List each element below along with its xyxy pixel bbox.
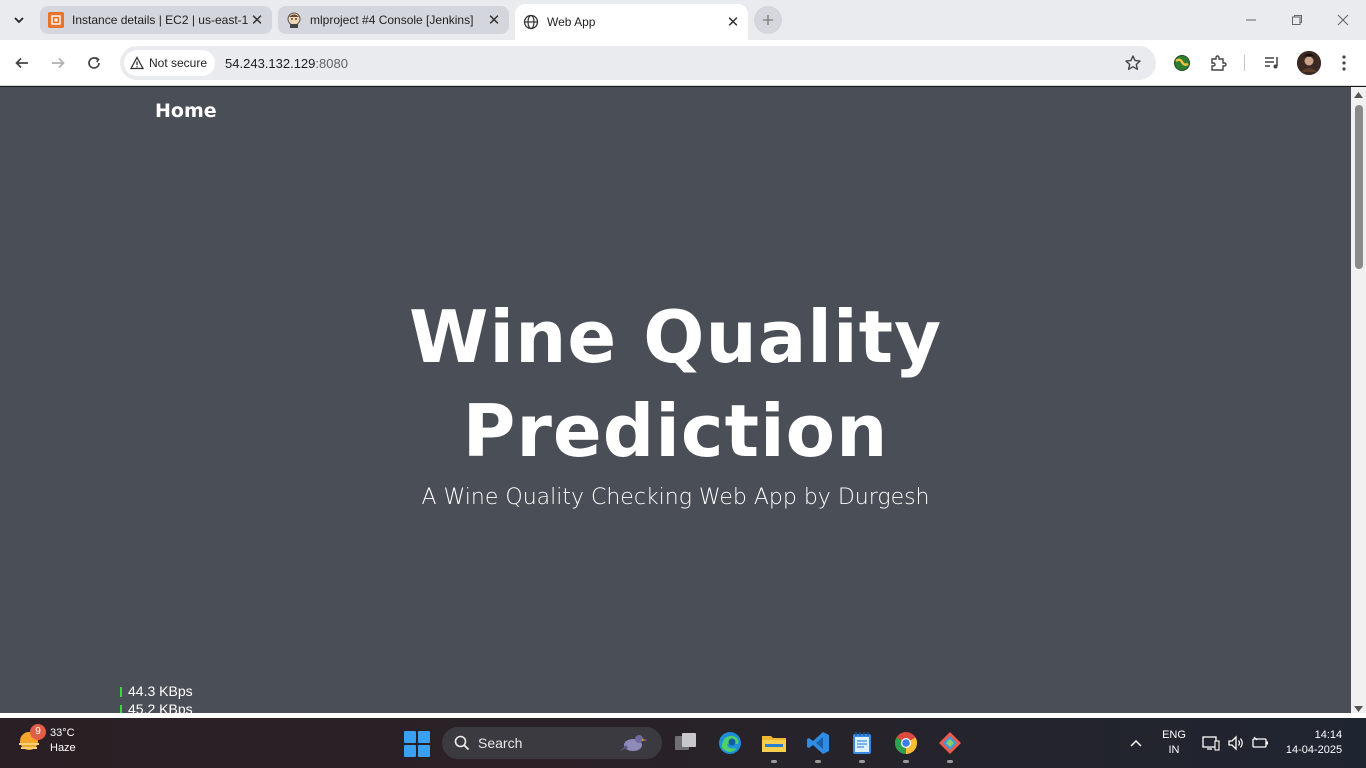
show-hidden-icons-button[interactable]: [1124, 718, 1148, 768]
close-window-button[interactable]: [1320, 0, 1366, 40]
menu-icon[interactable]: [1332, 51, 1356, 75]
page-title-line-2: Prediction: [462, 389, 889, 473]
search-icon: [454, 735, 470, 751]
chrome-icon[interactable]: [892, 729, 920, 757]
chevron-down-icon: [14, 17, 24, 24]
page-scrollbar[interactable]: [1351, 87, 1366, 713]
browser-toolbar: Not secure 54.243.132.129:8080: [0, 40, 1366, 86]
scrollbar-thumb[interactable]: [1355, 105, 1363, 269]
arrow-right-icon: [52, 57, 65, 69]
weather-desc: Haze: [50, 742, 76, 754]
tab-title: Web App: [547, 15, 596, 29]
close-icon[interactable]: ✕: [724, 13, 742, 31]
tab-title: mlproject #4 Console [Jenkins]: [310, 13, 474, 27]
battery-icon[interactable]: [1249, 718, 1271, 768]
running-indicator: [771, 760, 777, 763]
taskbar-search-box[interactable]: Search: [442, 727, 662, 759]
page-subtitle: A Wine Quality Checking Web App by Durge…: [421, 485, 930, 510]
new-tab-button[interactable]: [754, 6, 782, 34]
tab-jenkins[interactable]: mlproject #4 Console [Jenkins] ✕: [278, 6, 509, 34]
forward-button[interactable]: [44, 49, 72, 77]
running-indicator: [815, 760, 821, 763]
scroll-up-icon[interactable]: [1354, 90, 1363, 99]
warning-icon: [130, 56, 144, 70]
edge-browser-icon[interactable]: [716, 729, 744, 757]
tab-web-app[interactable]: Web App ✕: [515, 4, 748, 40]
download-speed-value: 45.2 KBps: [128, 701, 193, 713]
site-info-chip[interactable]: Not secure: [124, 50, 216, 76]
windows-logo-pane: [404, 745, 416, 757]
file-explorer-icon[interactable]: [760, 729, 788, 757]
nav-home-link[interactable]: Home: [155, 100, 217, 122]
running-indicator: [947, 760, 953, 763]
address-bar[interactable]: Not secure 54.243.132.129:8080: [120, 46, 1156, 80]
vscode-icon[interactable]: [804, 729, 832, 757]
windows-logo-pane: [404, 731, 416, 743]
restore-icon: [1292, 15, 1302, 25]
bookmark-star-icon[interactable]: [1124, 54, 1142, 77]
restore-button[interactable]: [1274, 0, 1320, 40]
upload-arrow-icon: [120, 687, 122, 698]
clock-date: 14-04-2025: [1285, 744, 1343, 756]
windows-logo-pane: [418, 745, 430, 757]
chevron-up-icon: [1130, 739, 1142, 747]
back-button[interactable]: [8, 49, 36, 77]
weather-temp: 33°C: [50, 727, 75, 739]
reload-icon: [88, 56, 100, 69]
url-host: 54.243.132.129: [225, 55, 316, 71]
profile-avatar[interactable]: [1297, 51, 1321, 75]
snipping-tool-icon[interactable]: [936, 729, 964, 757]
volume-icon[interactable]: [1225, 718, 1247, 768]
web-page: Home Wine Quality Prediction A Wine Qual…: [0, 87, 1351, 713]
tab-title: Instance details | EC2 | us-east-1: [72, 13, 248, 27]
windows-logo-pane: [418, 731, 430, 743]
reload-button[interactable]: [80, 49, 108, 77]
tab-ec2[interactable]: Instance details | EC2 | us-east-1 ✕: [40, 6, 272, 34]
jenkins-icon: [286, 12, 302, 28]
language-code: ENG: [1162, 729, 1186, 741]
extensions-puzzle-icon[interactable]: [1206, 51, 1230, 75]
security-label: Not secure: [149, 56, 208, 70]
url-text[interactable]: 54.243.132.129:8080: [225, 56, 348, 71]
media-controls-icon[interactable]: [1260, 51, 1284, 75]
weather-widget[interactable]: 9 33°C Haze: [16, 724, 76, 756]
globe-icon: [523, 14, 539, 30]
notepad-icon[interactable]: [848, 729, 876, 757]
network-icon[interactable]: [1200, 718, 1222, 768]
start-button[interactable]: [404, 731, 430, 757]
running-indicator: [903, 760, 909, 763]
close-icon[interactable]: ✕: [485, 11, 503, 29]
download-arrow-icon: [120, 705, 122, 713]
page-title-line-1: Wine Quality: [408, 295, 942, 379]
tab-search-button[interactable]: [6, 7, 32, 33]
close-icon: [1337, 14, 1349, 26]
minimize-icon: [1246, 19, 1256, 21]
extension-globe-icon[interactable]: [1170, 51, 1194, 75]
weather-haze-icon: 9: [16, 724, 46, 755]
language-region: IN: [1168, 744, 1180, 756]
search-label: Search: [478, 735, 523, 751]
task-view-icon[interactable]: [672, 729, 700, 757]
language-indicator[interactable]: ENG IN: [1156, 718, 1192, 768]
toolbar-divider: [1244, 55, 1245, 71]
weather-badge: 9: [30, 724, 46, 740]
url-port: :8080: [315, 55, 348, 71]
running-indicator: [859, 760, 865, 763]
network-speed-monitor: 44.3 KBps 45.2 KBps: [120, 682, 193, 713]
search-highlight-bird-icon: [618, 731, 648, 758]
minimize-button[interactable]: [1228, 0, 1274, 40]
clock-time: 14:14: [1314, 729, 1343, 741]
close-icon[interactable]: ✕: [248, 11, 266, 29]
aws-ec2-icon: [48, 12, 64, 28]
scroll-down-icon[interactable]: [1354, 704, 1363, 713]
windows-taskbar: 9 33°C Haze Search ENG IN 14:14 14-04-20…: [0, 718, 1366, 768]
plus-icon: [763, 15, 773, 25]
system-clock[interactable]: 14:14 14-04-2025: [1280, 718, 1348, 768]
arrow-left-icon: [15, 57, 28, 69]
upload-speed: 44.3 KBps: [120, 682, 193, 700]
download-speed: 45.2 KBps: [120, 700, 193, 713]
upload-speed-value: 44.3 KBps: [128, 683, 193, 699]
page-title: Wine Quality Prediction: [0, 290, 1351, 478]
tab-strip: Instance details | EC2 | us-east-1 ✕ mlp…: [0, 0, 1366, 40]
